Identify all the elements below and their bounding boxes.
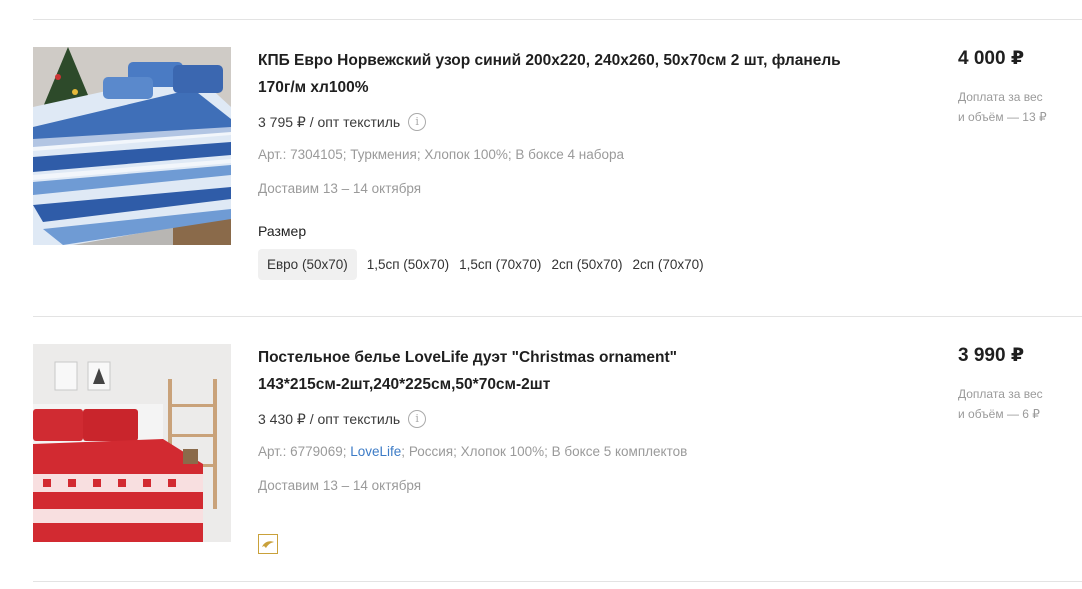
bottom-divider <box>33 581 1082 582</box>
blue-bedding-image <box>33 47 231 245</box>
opt-price-text: 3 430 ₽ / опт текстиль <box>258 410 401 427</box>
surcharge-note: Доплата за вес и объём — 6 ₽ <box>958 384 1068 424</box>
info-icon[interactable]: i <box>408 410 427 428</box>
product-card: КПБ Евро Норвежский узор синий 200х220, … <box>33 47 1082 287</box>
surcharge-line2: и объём — 13 ₽ <box>958 110 1047 124</box>
opt-price-text: 3 795 ₽ / опт текстиль <box>258 113 401 130</box>
size-option-2-70x70[interactable]: 2сп (70х70) <box>628 250 709 279</box>
product-title-line2: 143*215см-2шт,240*225см,50*70см-2шт <box>258 376 551 393</box>
product-title-line2: 170г/м хл100% <box>258 79 369 96</box>
product-title-line1: Постельное белье LoveLife дуэт "Christma… <box>258 349 678 366</box>
box-quantity: В боксе 5 комплектов <box>551 444 688 459</box>
opt-price: 3 795 ₽ / опт текстиль i <box>258 113 427 131</box>
product-price: 3 990 ₽ <box>958 345 1025 366</box>
size-option-1-5-50x70[interactable]: 1,5сп (50х70) <box>362 250 454 279</box>
material: Хлопок 100%; <box>424 147 512 162</box>
country: Туркмения; <box>350 147 421 162</box>
size-label: Размер <box>258 223 307 239</box>
product-image[interactable] <box>33 344 231 542</box>
delivery-date: Доставим 13 – 14 октября <box>258 181 422 196</box>
opt-price: 3 430 ₽ / опт текстиль i <box>258 410 427 428</box>
size-option-2-50x70[interactable]: 2сп (50х70) <box>546 250 627 279</box>
surcharge-line2: и объём — 6 ₽ <box>958 407 1040 421</box>
product-properties: Арт.: 6779069; LoveLife; Россия; Хлопок … <box>258 444 687 459</box>
dolphin-badge-icon[interactable] <box>258 534 278 554</box>
surcharge-note: Доплата за вес и объём — 13 ₽ <box>958 87 1068 127</box>
product-image[interactable] <box>33 47 231 245</box>
country: Россия; <box>408 444 457 459</box>
size-options: Евро (50х70) 1,5сп (50х70) 1,5сп (70х70)… <box>258 249 709 280</box>
size-option-1-5-70x70[interactable]: 1,5сп (70х70) <box>454 250 546 279</box>
delivery-date: Доставим 13 – 14 октября <box>258 478 422 493</box>
surcharge-line1: Доплата за вес <box>958 387 1043 401</box>
size-option-euro-50x70[interactable]: Евро (50х70) <box>258 249 357 280</box>
product-title-line1: КПБ Евро Норвежский узор синий 200х220, … <box>258 52 841 69</box>
article-number: Арт.: 6779069; <box>258 444 347 459</box>
product-title[interactable]: КПБ Евро Норвежский узор синий 200х220, … <box>258 47 898 101</box>
article-number: Арт.: 7304105; <box>258 147 347 162</box>
dolphin-icon <box>262 541 274 548</box>
product-title[interactable]: Постельное белье LoveLife дуэт "Christma… <box>258 344 898 398</box>
brand-separator: ; <box>401 444 406 459</box>
product-price: 4 000 ₽ <box>958 48 1025 69</box>
surcharge-line1: Доплата за вес <box>958 90 1043 104</box>
red-bedding-image <box>33 344 231 542</box>
box-quantity: В боксе 4 набора <box>515 147 624 162</box>
product-properties: Арт.: 7304105; Туркмения; Хлопок 100%; В… <box>258 147 624 162</box>
product-divider <box>33 316 1082 317</box>
brand-link[interactable]: LoveLife <box>350 444 401 459</box>
material: Хлопок 100%; <box>460 444 548 459</box>
product-card: Постельное белье LoveLife дуэт "Christma… <box>33 344 1082 564</box>
top-divider <box>33 19 1082 20</box>
info-icon[interactable]: i <box>408 113 427 131</box>
